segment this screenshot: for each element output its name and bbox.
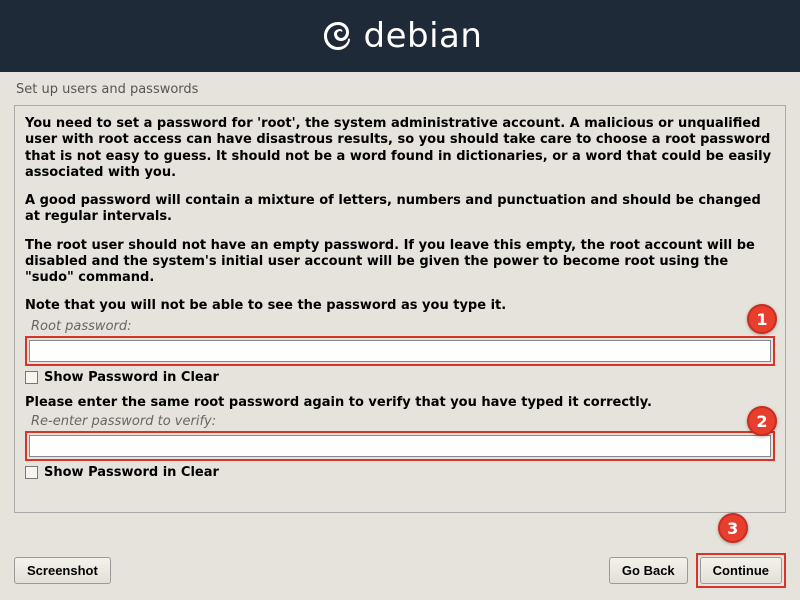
checkbox-icon[interactable] — [25, 466, 38, 479]
root-password-highlight — [25, 336, 775, 366]
continue-button[interactable]: Continue — [700, 557, 782, 584]
content-panel: You need to set a password for 'root', t… — [14, 105, 786, 513]
debian-swirl-icon — [318, 16, 358, 56]
intro-paragraph-2: A good password will contain a mixture o… — [25, 193, 775, 226]
show-password-label-1: Show Password in Clear — [44, 370, 219, 385]
debian-logo: debian — [318, 16, 483, 56]
show-password-label-2: Show Password in Clear — [44, 465, 219, 480]
reenter-password-label: Re-enter password to verify: — [31, 414, 775, 429]
intro-paragraph-1: You need to set a password for 'root', t… — [25, 116, 775, 181]
reenter-password-highlight — [25, 431, 775, 461]
reenter-password-input[interactable] — [29, 435, 771, 457]
brand-text: debian — [364, 16, 483, 56]
page-title: Set up users and passwords — [0, 72, 800, 105]
checkbox-icon[interactable] — [25, 371, 38, 384]
footer-bar: Screenshot Go Back 3 Continue — [14, 553, 786, 588]
annotation-badge-1: 1 — [747, 304, 777, 334]
show-password-row-1[interactable]: Show Password in Clear — [25, 370, 775, 385]
go-back-button[interactable]: Go Back — [609, 557, 688, 584]
continue-highlight: Continue — [696, 553, 786, 588]
root-password-label: Root password: — [31, 319, 775, 334]
root-password-input[interactable] — [29, 340, 771, 362]
nav-button-group: Go Back 3 Continue — [609, 553, 786, 588]
annotation-badge-2: 2 — [747, 406, 777, 436]
header-bar: debian — [0, 0, 800, 72]
intro-paragraph-3: The root user should not have an empty p… — [25, 238, 775, 287]
screenshot-button[interactable]: Screenshot — [14, 557, 111, 584]
show-password-row-2[interactable]: Show Password in Clear — [25, 465, 775, 480]
intro-paragraph-4: Note that you will not be able to see th… — [25, 298, 775, 314]
verify-instruction: Please enter the same root password agai… — [25, 395, 775, 410]
annotation-badge-3: 3 — [718, 513, 748, 543]
